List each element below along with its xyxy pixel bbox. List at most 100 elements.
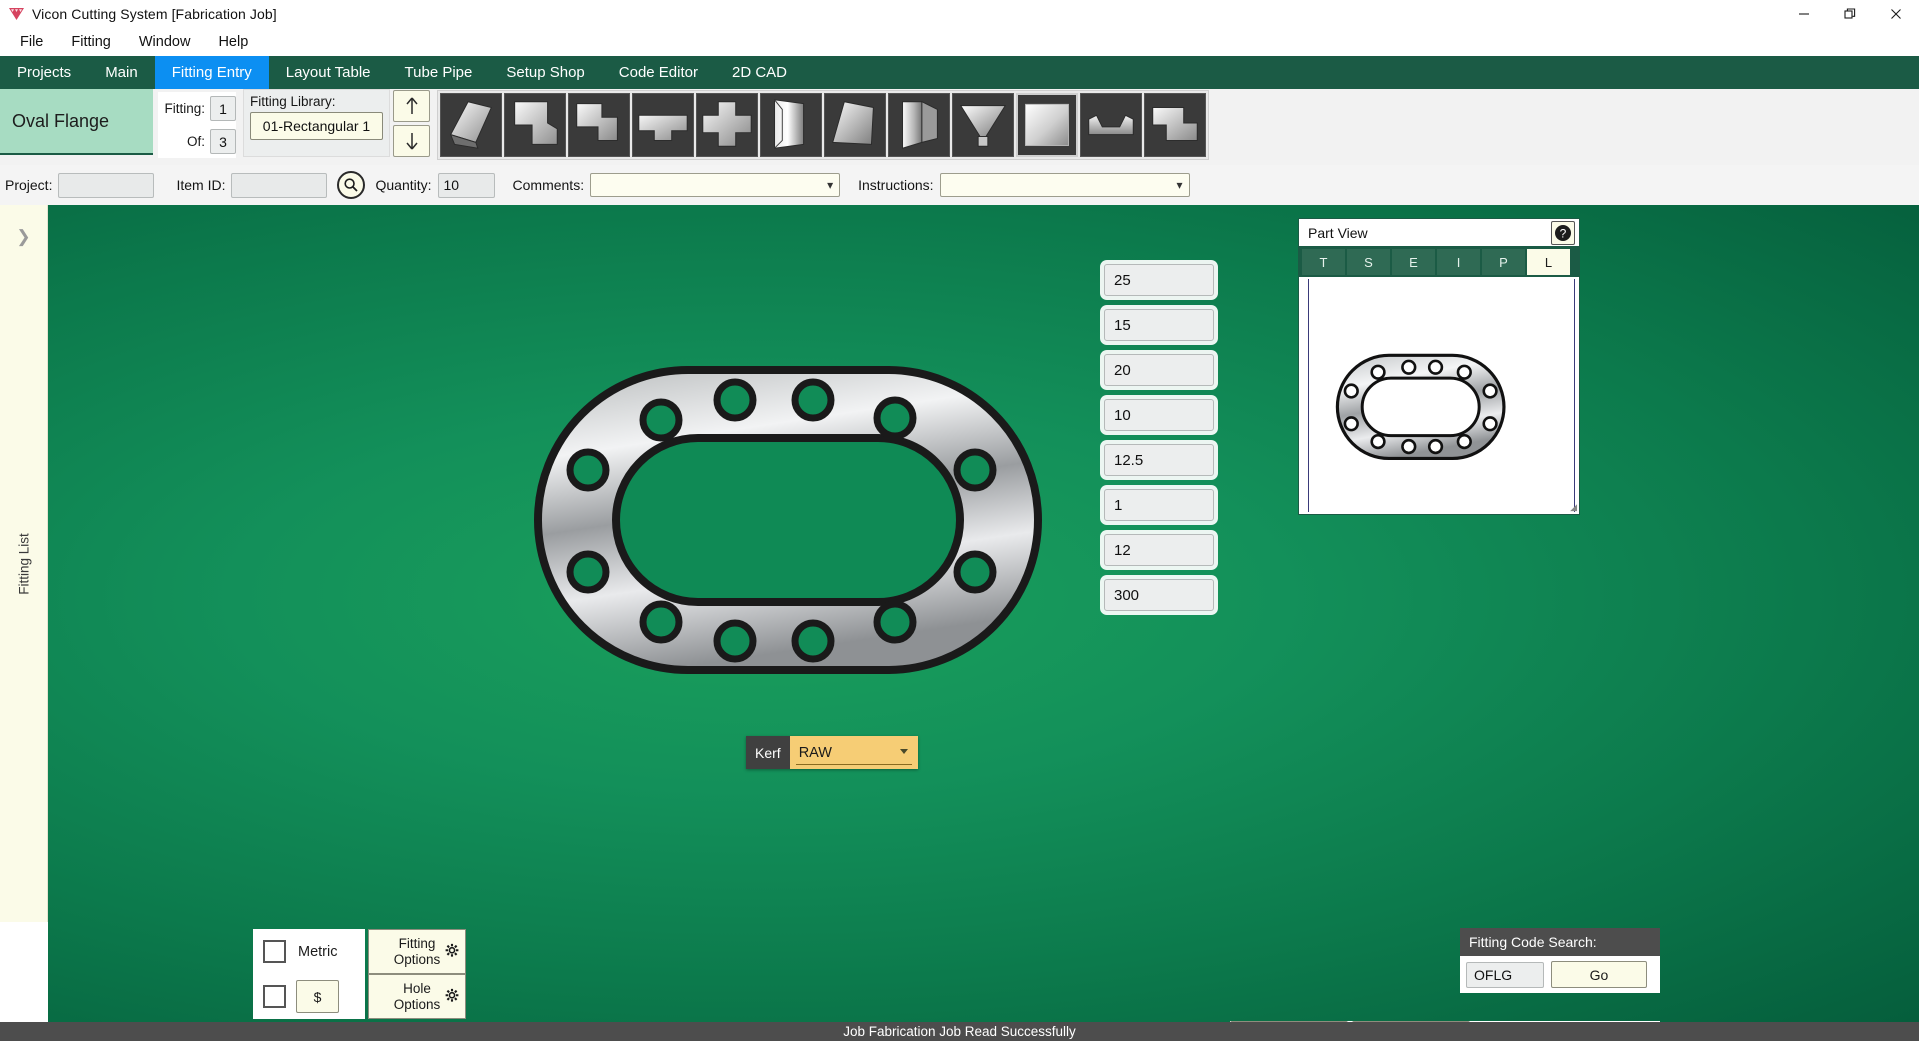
fitting-library-panel: Fitting Library: 01-Rectangular 1 [243, 89, 390, 157]
kerf-dropdown[interactable]: RAW [789, 736, 918, 769]
fitting-thumb-12[interactable] [1144, 93, 1206, 157]
fitting-thumb-8[interactable] [888, 93, 950, 157]
gear-icon[interactable] [445, 943, 459, 961]
comments-label: Comments: [512, 177, 585, 193]
fitting-counter: Fitting: 1 Of: 3 [158, 92, 236, 158]
nav-item-setup-shop[interactable]: Setup Shop [489, 56, 601, 89]
dimension-field-2[interactable]: 15 [1104, 309, 1214, 341]
hole-options-line2: Options [393, 996, 441, 1012]
gear-icon[interactable] [445, 988, 459, 1006]
kerf-label: Kerf [746, 736, 790, 769]
fitting-thumb-1[interactable] [440, 93, 502, 157]
currency-button[interactable]: $ [296, 980, 339, 1013]
fitting-name-label: Oval Flange [12, 110, 110, 131]
kerf-value: RAW [798, 744, 832, 761]
chevron-right-icon[interactable]: ❯ [0, 227, 47, 247]
metric-checkbox[interactable] [263, 940, 286, 963]
fitting-thumb-4[interactable] [632, 93, 694, 157]
nav-item-fitting-entry[interactable]: Fitting Entry [154, 56, 269, 89]
project-info-row: Project: Item ID: Quantity: 10 Comments:… [0, 165, 1919, 205]
dimension-field-4[interactable]: 10 [1104, 399, 1214, 431]
currency-checkbox[interactable] [263, 985, 286, 1008]
chevron-down-icon [899, 749, 908, 754]
part-view-tab-t[interactable]: T [1302, 249, 1345, 275]
part-view-tab-l[interactable]: L [1527, 249, 1570, 275]
window-controls [1781, 0, 1919, 28]
fitting-total-field[interactable]: 3 [210, 129, 236, 154]
dimension-field-3[interactable]: 20 [1104, 354, 1214, 386]
maximize-icon[interactable] [1827, 0, 1873, 28]
arrow-down-icon[interactable] [393, 125, 430, 157]
part-view-tab-p[interactable]: P [1482, 249, 1525, 275]
currency-row[interactable]: $ [253, 974, 365, 1019]
dimension-field-5[interactable]: 12.5 [1104, 444, 1214, 476]
minimize-icon[interactable] [1781, 0, 1827, 28]
fitting-thumb-2[interactable] [504, 93, 566, 157]
part-view-tab-e[interactable]: E [1392, 249, 1435, 275]
arrow-up-icon[interactable] [393, 90, 430, 122]
fitting-total-label: Of: [186, 134, 205, 149]
fitting-thumb-7[interactable] [824, 93, 886, 157]
part-view-header: Part View ? [1299, 219, 1579, 247]
quantity-input[interactable]: 10 [437, 172, 495, 198]
status-bar: Job Fabrication Job Read Successfully [0, 1022, 1919, 1041]
close-icon[interactable] [1873, 0, 1919, 28]
dimension-field-8[interactable]: 300 [1104, 579, 1214, 611]
oval-flange-drawing[interactable] [528, 360, 1048, 680]
library-spinner [393, 90, 431, 160]
fitting-toolbar: Oval Flange Fitting: 1 Of: 3 Fitting Lib… [0, 89, 1919, 165]
oval-flange-preview[interactable] [1308, 279, 1575, 512]
fitting-options-button[interactable]: Fitting Options [368, 929, 466, 974]
kerf-selector[interactable]: Kerf RAW [746, 736, 918, 769]
metric-label: Metric [298, 943, 338, 960]
fitting-thumb-3[interactable] [568, 93, 630, 157]
quantity-label: Quantity: [375, 177, 432, 193]
chevron-down-icon: ▾ [827, 178, 834, 192]
chevron-down-icon: ▾ [1176, 178, 1183, 192]
resize-grip-icon[interactable]: ◢ [1570, 502, 1577, 513]
part-view-tab-s[interactable]: S [1347, 249, 1390, 275]
drawing-canvas[interactable]: Kerf RAW 25 15 20 10 12.5 1 12 300 Part … [48, 205, 1919, 1041]
comments-dropdown[interactable]: ▾ [590, 173, 841, 197]
nav-item-layout-table[interactable]: Layout Table [269, 56, 388, 89]
main-navigation: Projects Main Fitting Entry Layout Table… [0, 56, 1919, 89]
fitting-thumb-11[interactable] [1080, 93, 1142, 157]
nav-item-main[interactable]: Main [88, 56, 155, 89]
hole-options-button[interactable]: Hole Options [368, 974, 466, 1019]
part-view-tab-i[interactable]: I [1437, 249, 1480, 275]
fitting-thumb-9[interactable] [952, 93, 1014, 157]
bottom-action-bar: Metric $ Fitting Options Hole Options [0, 918, 1919, 1023]
item-id-label: Item ID: [176, 177, 226, 193]
instructions-dropdown[interactable]: ▾ [939, 173, 1190, 197]
fitting-thumb-5[interactable] [696, 93, 758, 157]
dimension-field-6[interactable]: 1 [1104, 489, 1214, 521]
fitting-list-sidebar[interactable]: ❯ Fitting List [0, 205, 48, 922]
dimension-field-7[interactable]: 12 [1104, 534, 1214, 566]
nav-item-2d-cad[interactable]: 2D CAD [715, 56, 804, 89]
project-label: Project: [5, 177, 53, 193]
nav-item-code-editor[interactable]: Code Editor [602, 56, 715, 89]
fitting-library-value[interactable]: 01-Rectangular 1 [250, 112, 383, 140]
part-view-title: Part View [1308, 224, 1368, 241]
fitting-index-field[interactable]: 1 [210, 96, 236, 121]
nav-item-projects[interactable]: Projects [0, 56, 88, 89]
fitting-options-line1: Fitting [398, 935, 436, 951]
question-mark-icon[interactable]: ? [1551, 221, 1575, 245]
menu-item-fitting[interactable]: Fitting [57, 31, 125, 53]
magnifier-icon[interactable] [337, 171, 366, 199]
fitting-type-icon-strip [437, 90, 1209, 160]
menu-item-file[interactable]: File [6, 31, 57, 53]
hole-options-line1: Hole [403, 980, 431, 996]
fitting-index-label: Fitting: [164, 101, 205, 116]
dimension-field-1[interactable]: 25 [1104, 264, 1214, 296]
nav-item-tube-pipe[interactable]: Tube Pipe [388, 56, 490, 89]
fitting-thumb-10[interactable] [1016, 93, 1078, 157]
unit-toggles: Metric $ [253, 929, 365, 1019]
menu-item-window[interactable]: Window [125, 31, 205, 53]
vicon-logo-icon [8, 7, 25, 21]
metric-row[interactable]: Metric [253, 929, 365, 974]
fitting-thumb-6[interactable] [760, 93, 822, 157]
menu-item-help[interactable]: Help [204, 31, 262, 53]
project-input[interactable] [58, 172, 155, 198]
item-id-input[interactable] [231, 172, 328, 198]
